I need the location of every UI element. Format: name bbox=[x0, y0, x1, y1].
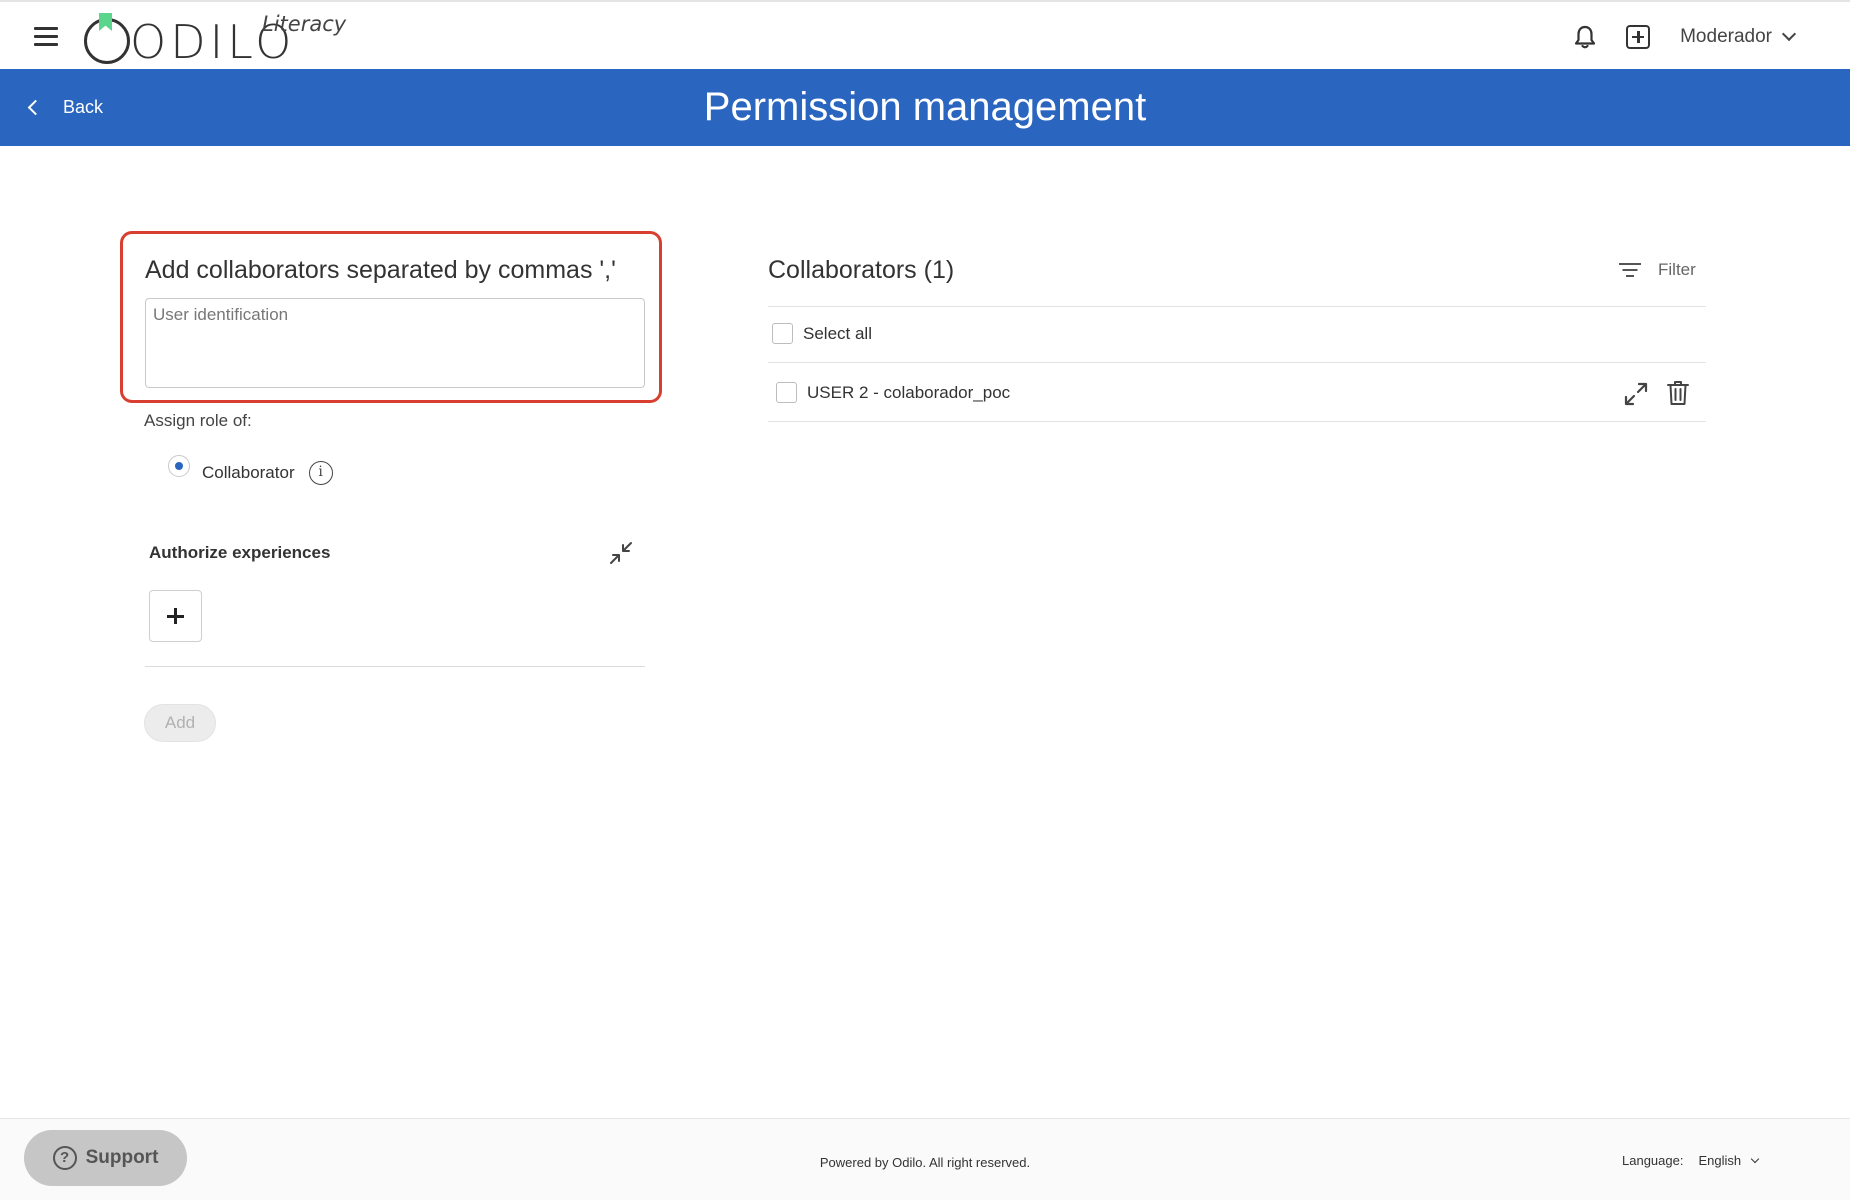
bell-icon[interactable] bbox=[1572, 24, 1598, 50]
menu-icon[interactable] bbox=[34, 27, 58, 47]
collaborator-label: Collaborator bbox=[202, 463, 295, 482]
divider bbox=[145, 666, 645, 667]
chevron-left-icon bbox=[27, 99, 44, 116]
chevron-down-icon bbox=[1750, 1154, 1760, 1163]
select-all-row: Select all bbox=[772, 323, 872, 344]
add-collaborators-box: Add collaborators separated by commas ',… bbox=[120, 231, 662, 403]
divider bbox=[768, 362, 1706, 363]
collapse-icon[interactable] bbox=[608, 540, 634, 566]
top-bar: ODILO Literacy Moderador bbox=[0, 0, 1850, 69]
powered-by-text: Powered by Odilo. All right reserved. bbox=[819, 1155, 1031, 1170]
expand-icon[interactable] bbox=[1622, 380, 1650, 408]
language-dropdown[interactable]: English bbox=[1698, 1153, 1760, 1168]
authorize-experiences-title: Authorize experiences bbox=[149, 543, 331, 562]
user-menu[interactable]: Moderador bbox=[1680, 25, 1797, 48]
add-experience-button[interactable] bbox=[149, 590, 202, 642]
language-label: Language: bbox=[1622, 1153, 1684, 1168]
footer: ? Support Powered by Odilo. All right re… bbox=[0, 1118, 1850, 1200]
user-menu-label: Moderador bbox=[1680, 25, 1772, 47]
filter-button[interactable]: Filter bbox=[1618, 260, 1696, 280]
add-square-icon[interactable] bbox=[1626, 24, 1651, 49]
role-option-collaborator: Collaborator i bbox=[168, 447, 333, 485]
page-title: Permission management bbox=[703, 85, 1147, 129]
collaborator-name: USER 2 - colaborador_poc bbox=[807, 382, 1011, 402]
logo-subtitle: Literacy bbox=[262, 12, 347, 36]
user-identification-input[interactable] bbox=[145, 298, 645, 388]
language-value: English bbox=[1698, 1153, 1742, 1168]
top-actions: Moderador bbox=[1572, 2, 1850, 71]
filter-icon bbox=[1618, 261, 1642, 279]
divider bbox=[768, 306, 1706, 307]
back-button[interactable]: Back bbox=[27, 69, 104, 146]
filter-label: Filter bbox=[1658, 260, 1696, 279]
collaborator-checkbox[interactable] bbox=[776, 382, 797, 403]
odilo-logo[interactable]: ODILO Literacy bbox=[84, 10, 364, 68]
select-all-checkbox[interactable] bbox=[772, 323, 793, 344]
add-button[interactable]: Add bbox=[144, 704, 216, 742]
collaborators-title: Collaborators (1) bbox=[768, 256, 955, 284]
divider bbox=[768, 421, 1706, 422]
info-icon[interactable]: i bbox=[308, 461, 333, 485]
chevron-down-icon bbox=[1781, 26, 1797, 41]
collaborator-radio[interactable] bbox=[168, 455, 190, 477]
add-collaborators-title: Add collaborators separated by commas ',… bbox=[145, 256, 616, 284]
language-selector: Language: English bbox=[1622, 1153, 1760, 1168]
trash-icon[interactable] bbox=[1666, 379, 1690, 407]
page-header: Permission management Back bbox=[0, 69, 1850, 146]
back-label: Back bbox=[63, 97, 104, 117]
collaborator-row: USER 2 - colaborador_poc bbox=[776, 382, 1010, 403]
select-all-label: Select all bbox=[803, 323, 872, 343]
assign-role-label: Assign role of: bbox=[144, 411, 252, 430]
